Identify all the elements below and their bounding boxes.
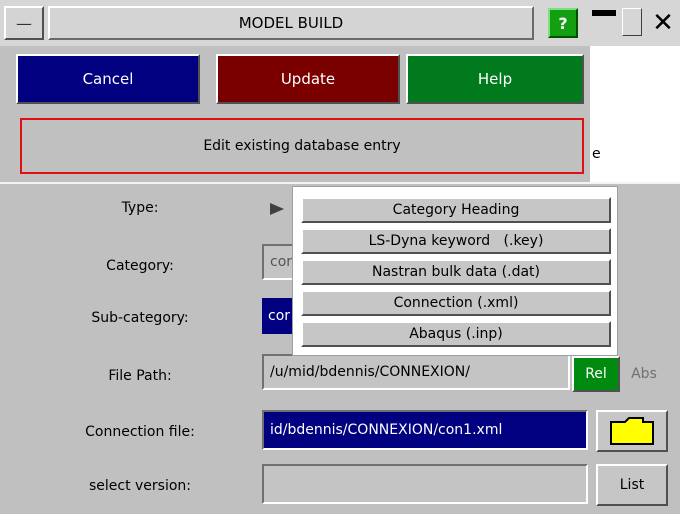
- mode-banner: Edit existing database entry: [20, 118, 584, 174]
- close-button[interactable]: ✕: [648, 6, 678, 40]
- type-label: Type:: [121, 200, 159, 216]
- title-bar: — MODEL BUILD ? ✕: [0, 0, 680, 46]
- version-field[interactable]: [262, 464, 588, 504]
- cancel-label: Cancel: [82, 70, 134, 88]
- menu-item-nastran[interactable]: Nastran bulk data (.dat): [301, 259, 611, 285]
- triangle-right-icon: [270, 203, 284, 215]
- filepath-value: /u/mid/bdennis/CONNEXION/: [270, 364, 470, 380]
- menu-item-label: Abaqus (.inp): [409, 326, 503, 342]
- maximize-icon: [622, 8, 642, 36]
- menu-item-label: Category Heading: [392, 202, 520, 218]
- window-menu-button[interactable]: —: [4, 6, 44, 40]
- category-label: Category:: [106, 258, 174, 274]
- menu-item-label: LS-Dyna keyword (.key): [368, 233, 544, 249]
- close-icon: ✕: [652, 8, 674, 38]
- mode-banner-text: Edit existing database entry: [203, 138, 401, 154]
- connection-file-label: Connection file:: [85, 424, 195, 440]
- minimize-button[interactable]: [592, 8, 618, 34]
- menu-item-ls-dyna[interactable]: LS-Dyna keyword (.key): [301, 228, 611, 254]
- window-title-text: MODEL BUILD: [238, 14, 344, 32]
- type-dropdown-toggle[interactable]: [268, 200, 286, 218]
- list-label: List: [619, 477, 645, 493]
- maximize-button[interactable]: [622, 8, 644, 38]
- folder-icon: [610, 417, 654, 445]
- abs-label: Abs: [631, 366, 657, 382]
- stray-text: e: [592, 146, 601, 162]
- rel-toggle[interactable]: Rel: [572, 356, 620, 392]
- minimize-icon: [592, 10, 616, 16]
- menu-item-category-heading[interactable]: Category Heading: [301, 197, 611, 223]
- background-gap: [590, 46, 680, 184]
- category-value: cor: [270, 254, 293, 270]
- help-button[interactable]: Help: [406, 54, 584, 104]
- filepath-field[interactable]: /u/mid/bdennis/CONNEXION/: [262, 354, 570, 390]
- divider: [0, 182, 680, 184]
- model-build-panel: — MODEL BUILD ? ✕ Cancel Update Help Edi…: [0, 0, 680, 514]
- browse-folder-button[interactable]: [596, 410, 668, 452]
- subcategory-value: cor: [268, 308, 291, 324]
- filepath-label: File Path:: [108, 368, 172, 384]
- menu-item-abaqus[interactable]: Abaqus (.inp): [301, 321, 611, 347]
- connection-file-field[interactable]: id/bdennis/CONNEXION/con1.xml: [262, 410, 588, 450]
- cancel-button[interactable]: Cancel: [16, 54, 200, 104]
- dash-icon: —: [16, 13, 32, 33]
- window-title: MODEL BUILD: [48, 6, 534, 40]
- rel-label: Rel: [585, 366, 607, 382]
- menu-item-connection[interactable]: Connection (.xml): [301, 290, 611, 316]
- update-label: Update: [280, 70, 336, 88]
- connection-file-value: id/bdennis/CONNEXION/con1.xml: [270, 422, 503, 438]
- subcategory-label: Sub-category:: [91, 310, 189, 326]
- subcategory-field[interactable]: cor: [262, 298, 296, 334]
- question-icon: ?: [558, 13, 568, 33]
- list-button[interactable]: List: [596, 464, 668, 506]
- abs-toggle[interactable]: Abs: [622, 356, 666, 392]
- help-question-button[interactable]: ?: [548, 8, 578, 38]
- menu-item-label: Connection (.xml): [393, 295, 519, 311]
- menu-item-label: Nastran bulk data (.dat): [371, 264, 540, 280]
- update-button[interactable]: Update: [216, 54, 400, 104]
- select-version-label: select version:: [88, 478, 192, 494]
- category-field[interactable]: cor: [262, 244, 296, 280]
- help-label: Help: [477, 70, 513, 88]
